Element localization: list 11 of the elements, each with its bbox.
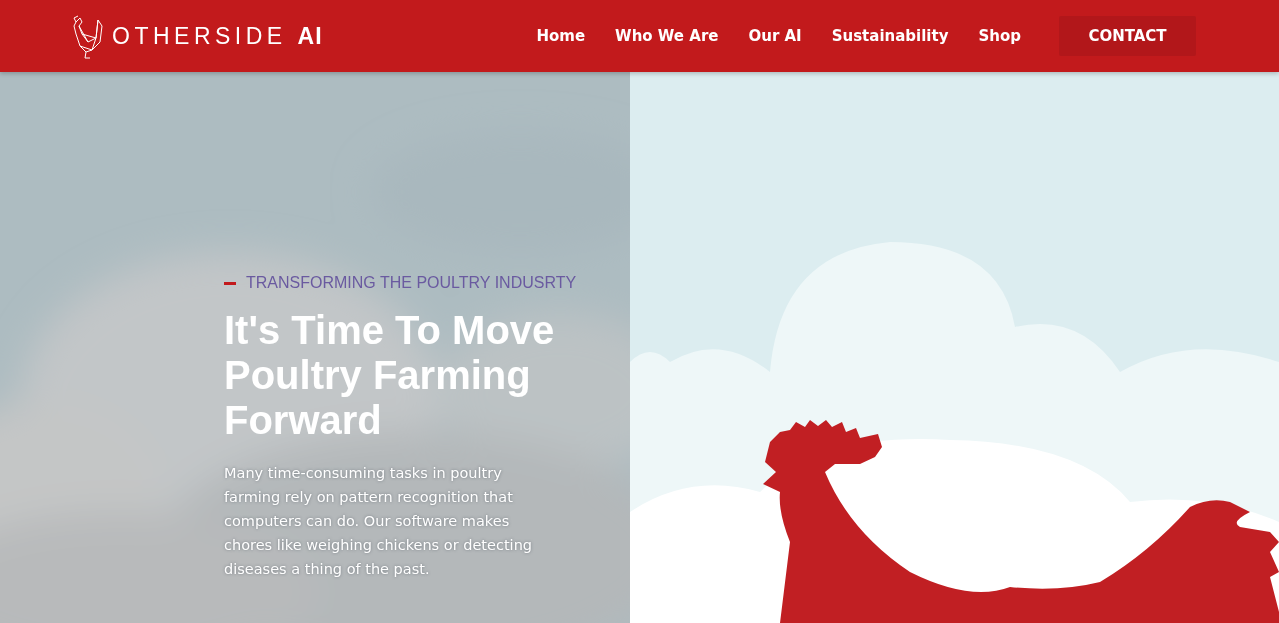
nav-link[interactable]: Sustainability	[831, 27, 949, 45]
hero-title: It's Time To Move Poultry Farming Forward	[224, 308, 556, 443]
logo-text[interactable]: OTHERSIDE AI	[112, 22, 323, 50]
nav-link[interactable]: Shop	[978, 27, 1021, 45]
contact-button[interactable]: CONTACT	[1059, 16, 1196, 56]
nav-link[interactable]: Who We Are	[615, 27, 719, 45]
eyebrow-text: TRANSFORMING THE POULTRY INDUSRTY	[246, 274, 577, 292]
nav-link[interactable]: Home	[536, 27, 586, 45]
nav-link[interactable]: Our AI	[748, 27, 802, 45]
dash-icon	[224, 281, 236, 285]
hero-description: Many time-consuming tasks in poultry farming rely on pattern recognition that computers can do. Our software makes chores like weighing chickens or detecting diseases a thing of the past.	[224, 464, 534, 579]
